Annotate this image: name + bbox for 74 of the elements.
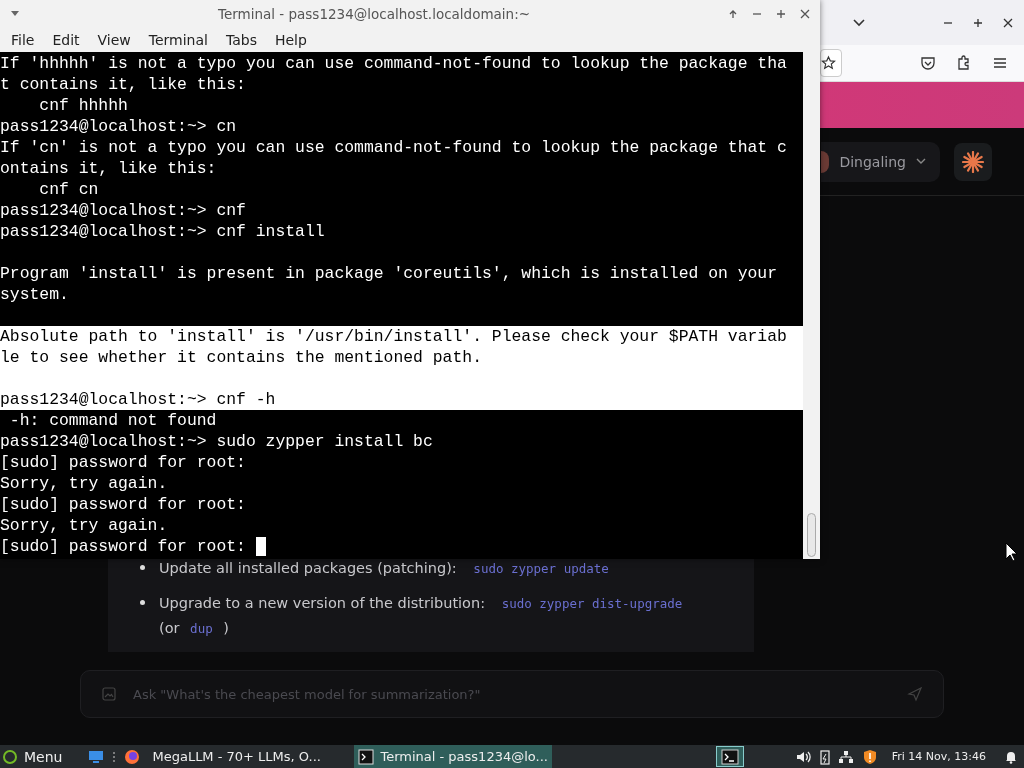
bullet-icon [140, 565, 145, 570]
terminal-tray-button[interactable] [715, 746, 744, 767]
chat-field[interactable]: Ask "What's the cheapest model for summarization?" [80, 670, 944, 718]
close-icon[interactable] [800, 8, 810, 19]
mouse-pointer-icon [1005, 542, 1018, 562]
bullet-text: (or [159, 620, 180, 636]
bullet-text: ) [223, 620, 229, 636]
menu-item[interactable]: Tabs [216, 31, 266, 48]
sunburst-icon [962, 150, 984, 173]
terminal-line: ontains it, like this: [0, 158, 217, 179]
keep-above-icon[interactable] [728, 8, 738, 19]
terminal-line: Sorry, try again. [0, 473, 168, 494]
terminal-line: Sorry, try again. [0, 515, 168, 536]
chat-input[interactable]: Ask "What's the cheapest model for summarization?" [131, 685, 893, 703]
menu-item[interactable]: File [2, 31, 44, 48]
dots-icon[interactable] [112, 750, 117, 763]
scrollbar[interactable] [803, 52, 820, 559]
menu-item[interactable]: Terminal [139, 31, 217, 48]
volume-icon[interactable] [795, 749, 812, 764]
menu-item[interactable]: View [88, 31, 140, 48]
terminal-line: -h: command not found [8, 410, 217, 431]
terminal-line: le to see whether it contains the mentioned path. [0, 347, 482, 368]
firefox-icon[interactable] [124, 748, 141, 765]
maximize-icon[interactable] [972, 16, 984, 29]
menu-button[interactable]: Menu [0, 748, 63, 765]
terminal-line: pass1234@localhost:~> sudo zypper install bc [0, 431, 433, 452]
terminal-line: If 'hhhhh' is not a typo you can use command-not-found to lookup the package tha [0, 53, 787, 74]
terminal-line: pass1234@localhost:~> cnf -h [0, 389, 276, 410]
terminal-line: [sudo] password for root: [0, 536, 246, 557]
terminal-line: pass1234@localhost:~> cnf [0, 200, 246, 221]
terminal-line: [sudo] password for root: [0, 452, 246, 473]
bell-icon[interactable] [1004, 749, 1018, 764]
desktop-icon[interactable] [88, 749, 105, 764]
taskbar-task[interactable]: MegaLLM - 70+ LLMs, O... [148, 745, 347, 768]
pocket-icon[interactable] [920, 55, 936, 71]
profile-dropdown[interactable]: Dingaling [821, 141, 940, 182]
chevron-down-icon [916, 158, 926, 165]
taskbar-task[interactable]: Terminal - pass1234@lo... [354, 745, 553, 768]
window-title: Terminal - pass1234@localhost.localdomain:~ [216, 5, 531, 22]
menu-item[interactable]: Edit [43, 31, 89, 48]
close-icon[interactable] [1002, 16, 1014, 29]
code-snippet: dup [190, 621, 213, 636]
network-icon[interactable] [837, 749, 854, 764]
address-bar[interactable] [820, 49, 842, 77]
terminal-line: Absolute path to 'install' is '/usr/bin/install'. Please check your $PATH variab [0, 326, 787, 347]
menu-icon[interactable] [992, 55, 1008, 71]
terminal-line: system. [0, 284, 69, 305]
app-menu-icon [3, 749, 17, 764]
window-menu-icon[interactable] [10, 9, 20, 18]
code-snippet: sudo zypper dist-upgrade [501, 596, 683, 611]
shield-warning-icon[interactable] [861, 748, 878, 765]
chevron-down-icon[interactable] [852, 17, 866, 28]
code-snippet: sudo zypper update [473, 561, 609, 576]
terminal-line: cnf cn [38, 179, 99, 200]
bullet-icon [140, 600, 145, 605]
terminal-icon [720, 748, 739, 765]
sunburst-button[interactable] [954, 142, 992, 181]
avatar-icon [821, 150, 830, 173]
terminal-line: pass1234@localhost:~> cn [0, 116, 237, 137]
menu-item[interactable]: Help [265, 31, 316, 48]
terminal-line: pass1234@localhost:~> cnf install [0, 221, 325, 242]
clock[interactable]: Fri 14 Nov, 13:46 [891, 750, 986, 763]
maximize-icon[interactable] [776, 8, 786, 19]
puzzle-icon[interactable] [956, 55, 972, 71]
star-icon[interactable] [821, 55, 836, 71]
battery-icon[interactable] [819, 748, 830, 765]
bullet-text: Upgrade to a new version of the distribution: [159, 595, 486, 611]
terminal-line: cnf hhhhh [38, 95, 128, 116]
terminal-line: If 'cn' is not a typo you can use command-not-found to lookup the package that c [0, 137, 787, 158]
terminal-line: [sudo] password for root: [0, 494, 246, 515]
terminal-line: Program 'install' is present in package 'coreutils', which is installed on your [0, 263, 778, 284]
terminal-icon [358, 748, 375, 765]
terminal-line: t contains it, like this: [0, 74, 246, 95]
bullet-text: Update all installed packages (patching): [159, 560, 457, 576]
